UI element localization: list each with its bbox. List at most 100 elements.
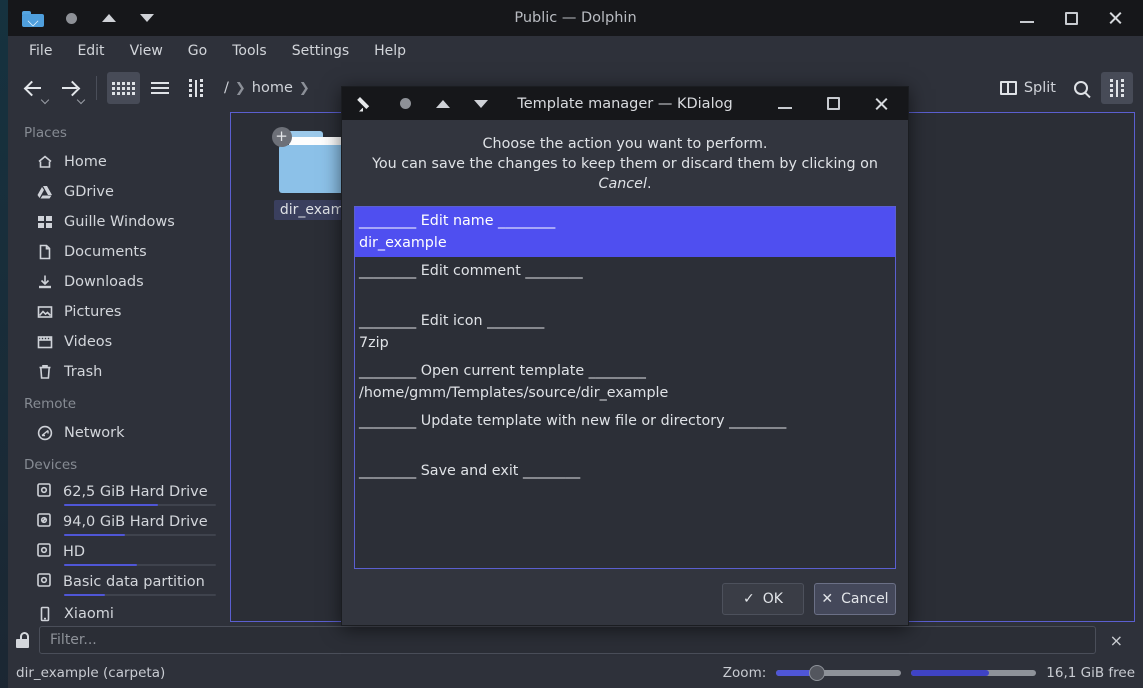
breadcrumb-home[interactable]: home (252, 80, 293, 96)
sidebar-item-downloads[interactable]: Downloads (8, 267, 230, 297)
capacity-bar-hd-940 (64, 534, 216, 536)
sidebar-label-videos: Videos (64, 334, 113, 350)
sidebar-item-documents[interactable]: Documents (8, 237, 230, 267)
sidebar-item-xiaomi[interactable]: Xiaomi (8, 599, 230, 622)
triangle-up-icon[interactable] (90, 3, 128, 33)
list-item-save-and-exit[interactable]: ________ Save and exit ________ (355, 457, 895, 507)
list-item-edit-name[interactable]: ________ Edit name ________ dir_example (355, 207, 895, 257)
sidebar-item-basic-data-partition[interactable]: Basic data partition (8, 569, 230, 599)
dialog-prompt-line2: You can save the changes to keep them or… (354, 154, 896, 194)
sidebar-item-hd-625[interactable]: 62,5 GiB Hard Drive (8, 479, 230, 509)
forward-button[interactable] (54, 72, 86, 105)
dialog-option-list[interactable]: ________ Edit name ________ dir_example … (354, 206, 896, 569)
menu-go[interactable]: Go (177, 39, 218, 63)
sidebar-label-basic-data-partition: Basic data partition (63, 574, 205, 590)
sidebar-section-places: Places (24, 125, 67, 141)
filter-input[interactable]: Filter... (39, 626, 1096, 654)
sidebar-section-remote: Remote (24, 396, 77, 412)
status-right-group: Zoom: 16,1 GiB free (723, 665, 1135, 681)
sidebar-item-gdrive[interactable]: GDrive (8, 177, 230, 207)
windows-icon (36, 214, 53, 231)
close-button[interactable] (1093, 3, 1137, 33)
circle-icon[interactable] (52, 3, 90, 33)
plus-badge-icon: + (271, 127, 292, 147)
dialog-prompt-line1: Choose the action you want to perform. (482, 136, 768, 152)
dialog-buttons: ✓ OK ✕ Cancel (354, 569, 896, 615)
status-selection-text: dir_example (carpeta) (16, 665, 166, 681)
free-space-label: 16,1 GiB free (1046, 665, 1135, 681)
zoom-slider[interactable] (776, 665, 902, 681)
ok-button[interactable]: ✓ OK (722, 583, 804, 615)
breadcrumb[interactable]: / ❯ home ❯ (224, 80, 310, 96)
sidebar-label-trash: Trash (64, 364, 103, 380)
sidebar-item-hd-940[interactable]: 94,0 GiB Hard Drive (8, 509, 230, 539)
window-controls (1005, 3, 1143, 33)
download-icon (36, 274, 53, 291)
check-icon: ✓ (743, 591, 755, 607)
search-button[interactable] (1065, 72, 1097, 104)
status-bar: dir_example (carpeta) Zoom: 16,1 GiB fre… (8, 658, 1143, 688)
harddrive-icon (36, 482, 52, 502)
sidebar-item-videos[interactable]: Videos (8, 327, 230, 357)
picture-icon (36, 304, 53, 321)
details-view-icon[interactable] (144, 72, 176, 104)
zoom-slider-handle[interactable] (808, 665, 825, 681)
split-icon (999, 81, 1017, 95)
cancel-button[interactable]: ✕ Cancel (814, 583, 896, 615)
icons-view-icon[interactable] (107, 72, 140, 104)
sidebar-label-hd: HD (63, 544, 86, 560)
sidebar-item-guille-windows[interactable]: Guille Windows (8, 207, 230, 237)
minimize-button[interactable] (1005, 3, 1049, 33)
filter-placeholder: Filter... (50, 632, 97, 648)
disk-space-bar (911, 670, 1037, 676)
option-label: ________ Update template with new file o… (359, 413, 787, 429)
split-button[interactable]: Split (995, 72, 1061, 104)
option-value: /home/gmm/Templates/source/dir_example (359, 385, 669, 401)
compact-view-icon[interactable] (180, 72, 212, 104)
split-label: Split (1023, 80, 1056, 96)
sidebar-label-gdrive: GDrive (64, 184, 114, 200)
sidebar-item-network[interactable]: Network (8, 418, 230, 448)
option-value: 7zip (359, 335, 389, 351)
dialog-body: Choose the action you want to perform. Y… (342, 120, 908, 625)
option-value (359, 432, 891, 454)
breadcrumb-root[interactable]: / (224, 80, 229, 96)
control-panel-button[interactable] (1101, 72, 1133, 104)
main-titlebar: Public — Dolphin (8, 0, 1143, 36)
sidebar-label-xiaomi: Xiaomi (64, 606, 114, 622)
harddrive-warning-icon (36, 512, 52, 532)
list-item-edit-icon[interactable]: ________ Edit icon ________ 7zip (355, 307, 895, 357)
menubar: File Edit View Go Tools Settings Help (8, 36, 1143, 66)
option-value (359, 282, 891, 304)
home-icon (36, 154, 53, 171)
unlocked-padlock-icon[interactable] (16, 632, 29, 648)
list-item-open-current-template[interactable]: ________ Open current template ________ … (355, 357, 895, 407)
folder-home-icon[interactable] (14, 3, 52, 33)
phone-icon (36, 606, 53, 623)
menu-view[interactable]: View (119, 39, 174, 63)
back-button[interactable] (18, 72, 50, 105)
sidebar-label-home: Home (64, 154, 107, 170)
sidebar-item-hd[interactable]: HD (8, 539, 230, 569)
sidebar-item-trash[interactable]: Trash (8, 357, 230, 387)
option-label: ________ Edit icon ________ (359, 313, 545, 329)
menu-settings[interactable]: Settings (281, 39, 360, 63)
close-filter-icon[interactable]: × (1106, 631, 1127, 650)
sidebar-label-hd-625: 62,5 GiB Hard Drive (63, 484, 208, 500)
menu-tools[interactable]: Tools (221, 39, 278, 63)
menu-help[interactable]: Help (363, 39, 417, 63)
maximize-button[interactable] (1049, 3, 1093, 33)
menu-file[interactable]: File (18, 39, 63, 63)
sidebar-item-home[interactable]: Home (8, 147, 230, 177)
option-label: ________ Open current template ________ (359, 363, 646, 379)
option-label: ________ Edit name ________ (359, 213, 556, 229)
gdrive-icon (36, 184, 53, 201)
list-item-update-template[interactable]: ________ Update template with new file o… (355, 407, 895, 457)
menu-edit[interactable]: Edit (66, 39, 115, 63)
trash-icon (36, 364, 53, 381)
video-icon (36, 334, 53, 351)
sidebar-item-pictures[interactable]: Pictures (8, 297, 230, 327)
ok-label: OK (762, 591, 783, 607)
list-item-edit-comment[interactable]: ________ Edit comment ________ (355, 257, 895, 307)
triangle-down-icon[interactable] (128, 3, 166, 33)
